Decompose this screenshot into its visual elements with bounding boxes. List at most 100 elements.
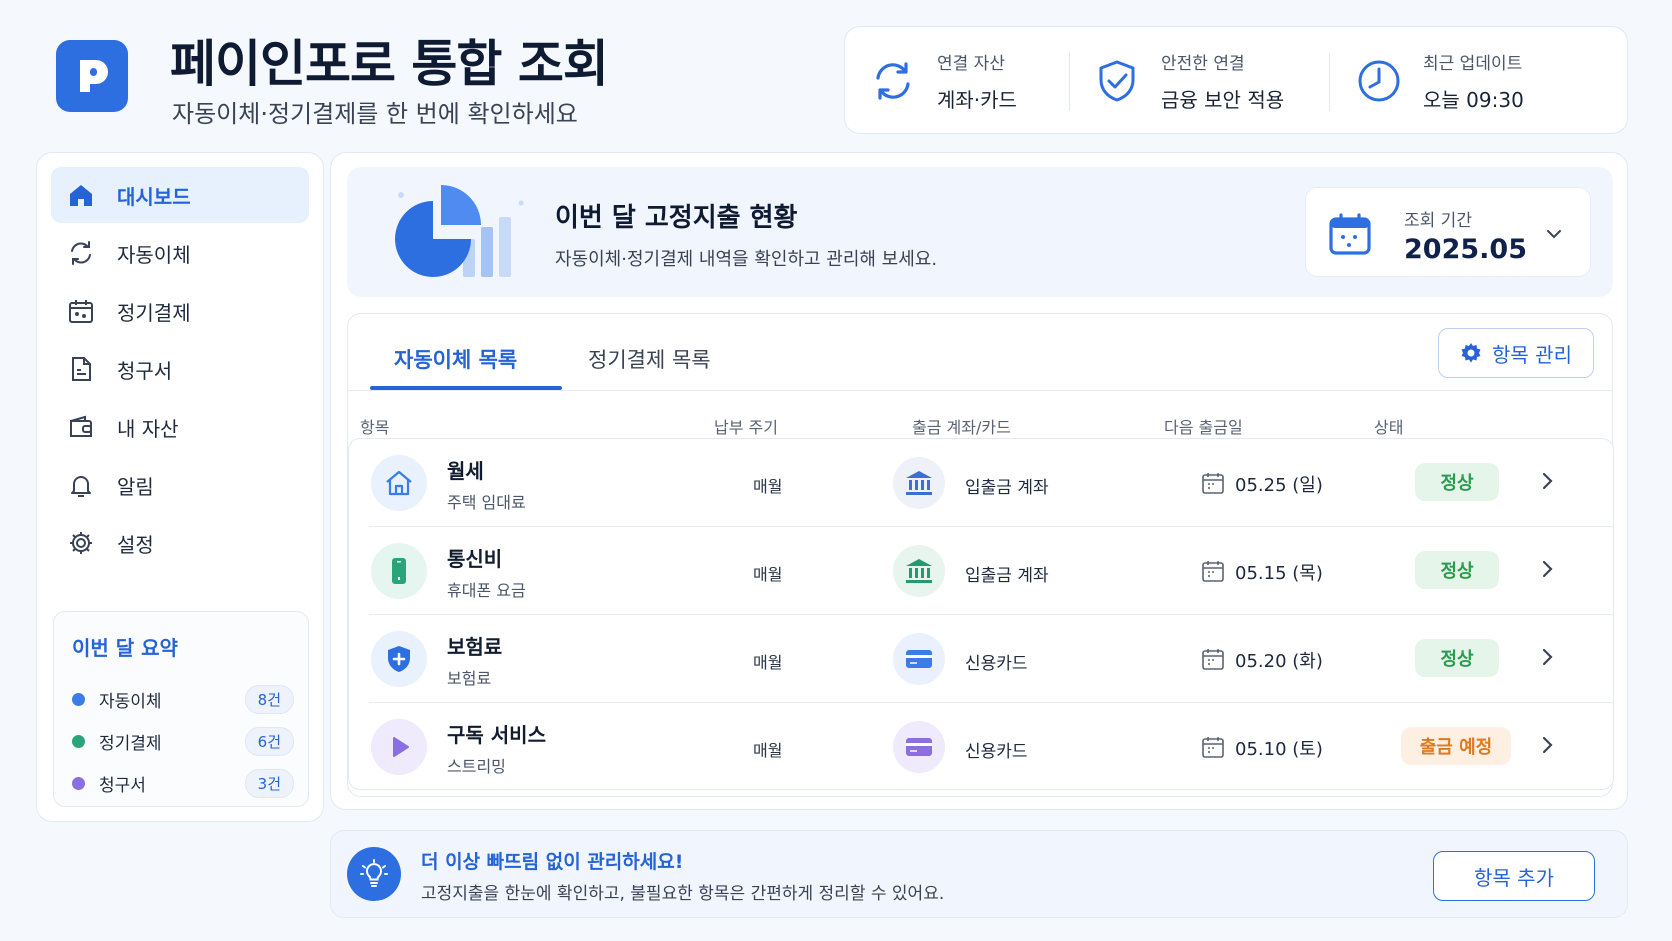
summary-dot xyxy=(72,692,85,706)
chevron-right-icon[interactable] xyxy=(1535,733,1559,757)
item-sub: 휴대폰 요금 xyxy=(447,581,526,600)
tab-subscription-list[interactable]: 정기결제 목록 xyxy=(588,344,711,374)
tab-divider xyxy=(348,390,1612,391)
item-name: 보험료 xyxy=(447,635,503,659)
stat-secure-connection: 안전한 연결 금융 보안 적용 xyxy=(1091,51,1285,112)
summary-name: 자동이체 xyxy=(99,691,162,712)
sidebar-item-notifications[interactable]: 알림 xyxy=(51,457,309,513)
calendar-icon xyxy=(1202,561,1224,582)
next-date: 05.10 (토) xyxy=(1235,739,1323,760)
sidebar-item-label: 설정 xyxy=(117,532,154,557)
calendar-icon xyxy=(1329,213,1371,255)
sidebar-item-label: 정기결제 xyxy=(117,300,191,325)
clock-icon xyxy=(1353,55,1405,107)
app-logo xyxy=(56,40,128,112)
payment-cycle: 매월 xyxy=(753,565,783,584)
gear-icon xyxy=(1461,343,1481,363)
add-item-button[interactable]: 항목 추가 xyxy=(1433,851,1595,901)
item-sub: 스트리밍 xyxy=(447,757,506,776)
sidebar-item-my-assets[interactable]: 내 자산 xyxy=(51,399,309,455)
shield-check-icon xyxy=(1091,55,1143,107)
account-name: 신용카드 xyxy=(965,654,1028,674)
chevron-right-icon[interactable] xyxy=(1535,645,1559,669)
column-header-cycle: 납부 주기 xyxy=(714,418,778,437)
next-date: 05.25 (일) xyxy=(1235,475,1323,496)
pie-chart-illustration-icon xyxy=(395,185,524,277)
app-subtitle: 자동이체·정기결제를 한 번에 확인하세요 xyxy=(172,100,578,128)
stat-value: 계좌·카드 xyxy=(937,88,1017,112)
hero-desc: 자동이체·정기결제 내역을 확인하고 관리해 보세요. xyxy=(555,249,938,270)
banner-desc: 고정지출을 한눈에 확인하고, 불필요한 항목은 간편하게 정리할 수 있어요. xyxy=(421,884,945,904)
period-value: 2025.05 xyxy=(1404,234,1527,265)
tab-auto-transfer-list[interactable]: 자동이체 목록 xyxy=(394,344,517,374)
sidebar-item-label: 내 자산 xyxy=(117,416,179,441)
sidebar-item-label: 알림 xyxy=(117,474,154,499)
refresh-icon xyxy=(65,237,97,269)
bank-icon xyxy=(893,457,945,509)
table-row[interactable]: 통신비 휴대폰 요금 매월 입출금 계좌 05.15 (목) 정상 xyxy=(349,527,1613,615)
sync-icon xyxy=(867,55,919,107)
sidebar-item-dashboard[interactable]: 대시보드 xyxy=(51,167,309,223)
banner-title: 더 이상 빠뜨림 없이 관리하세요! xyxy=(421,851,684,873)
hero-banner: 이번 달 고정지출 현황 자동이체·정기결제 내역을 확인하고 관리해 보세요.… xyxy=(347,167,1613,297)
payment-list-card: 자동이체 목록 정기결제 목록 항목 관리 항목 납부 주기 출금 계좌/카드 … xyxy=(347,313,1614,797)
column-header-account: 출금 계좌/카드 xyxy=(912,418,1011,437)
summary-row: 정기결제 6건 xyxy=(72,726,294,756)
sidebar-item-label: 대시보드 xyxy=(117,184,191,209)
stat-connected-assets: 연결 자산 계좌·카드 xyxy=(867,51,1017,112)
hero-title: 이번 달 고정지출 현황 xyxy=(555,203,798,233)
status-badge: 정상 xyxy=(1415,463,1499,501)
summary-row: 자동이체 8건 xyxy=(72,684,294,714)
status-badge: 정상 xyxy=(1415,551,1499,589)
summary-dot xyxy=(72,734,85,748)
sidebar-item-bills[interactable]: 청구서 xyxy=(51,341,309,397)
credit-card-icon xyxy=(893,633,945,685)
calendar-icon xyxy=(1202,737,1224,758)
calendar-icon xyxy=(1202,473,1224,494)
header-status-card: 연결 자산 계좌·카드 안전한 연결 금융 보안 적용 최근 업데이트 오늘 0… xyxy=(844,26,1628,134)
document-icon xyxy=(65,353,97,385)
stat-label: 안전한 연결 xyxy=(1161,54,1245,74)
summary-name: 청구서 xyxy=(99,775,146,796)
sidebar-item-label: 청구서 xyxy=(117,358,173,383)
payment-table: 월세 주택 임대료 매월 입출금 계좌 05.25 (일) 정상 통신비 휴대폰… xyxy=(348,438,1614,790)
column-header-status: 상태 xyxy=(1374,418,1404,437)
phone-icon xyxy=(371,543,427,599)
chevron-right-icon[interactable] xyxy=(1535,469,1559,493)
table-row[interactable]: 구독 서비스 스트리밍 매월 신용카드 05.10 (토) 출금 예정 xyxy=(349,703,1613,791)
sidebar-item-subscription[interactable]: 정기결제 xyxy=(51,283,309,339)
lightbulb-icon xyxy=(347,847,401,901)
tip-banner: 더 이상 빠뜨림 없이 관리하세요! 고정지출을 한눈에 확인하고, 불필요한 … xyxy=(330,830,1628,918)
item-name: 구독 서비스 xyxy=(447,723,546,747)
chevron-down-icon xyxy=(1547,230,1561,239)
summary-title: 이번 달 요약 xyxy=(72,636,178,660)
stat-label: 최근 업데이트 xyxy=(1423,54,1523,74)
column-header-item: 항목 xyxy=(360,418,390,437)
next-date: 05.15 (목) xyxy=(1235,563,1323,584)
credit-card-icon xyxy=(893,721,945,773)
wallet-icon xyxy=(65,411,97,443)
summary-dot xyxy=(72,776,85,790)
stat-label: 연결 자산 xyxy=(937,54,1005,74)
table-row[interactable]: 보험료 보험료 매월 신용카드 05.20 (화) 정상 xyxy=(349,615,1613,703)
account-name: 신용카드 xyxy=(965,742,1028,762)
home-icon xyxy=(65,179,97,211)
column-header-next-date: 다음 출금일 xyxy=(1164,418,1243,437)
period-selector[interactable]: 조회 기간 2025.05 xyxy=(1305,187,1591,277)
sidebar-item-settings[interactable]: 설정 xyxy=(51,515,309,571)
main-panel: 이번 달 고정지출 현황 자동이체·정기결제 내역을 확인하고 관리해 보세요.… xyxy=(330,152,1628,810)
calendar-icon xyxy=(1202,649,1224,670)
stat-value: 금융 보안 적용 xyxy=(1161,88,1285,112)
sidebar-item-auto-transfer[interactable]: 자동이체 xyxy=(51,225,309,281)
payment-cycle: 매월 xyxy=(753,477,783,496)
play-icon xyxy=(371,719,427,775)
chevron-right-icon[interactable] xyxy=(1535,557,1559,581)
app-title: 페이인포로 통합 조회 xyxy=(170,35,609,93)
table-row[interactable]: 월세 주택 임대료 매월 입출금 계좌 05.25 (일) 정상 xyxy=(349,439,1613,527)
summary-count: 3건 xyxy=(244,768,294,798)
payment-cycle: 매월 xyxy=(753,741,783,760)
manage-label: 항목 관리 xyxy=(1492,342,1572,367)
manage-items-button[interactable]: 항목 관리 xyxy=(1438,328,1594,378)
monthly-summary: 이번 달 요약 자동이체 8건 정기결제 6건 청구서 3건 xyxy=(53,611,309,807)
sidebar-item-label: 자동이체 xyxy=(117,242,191,267)
